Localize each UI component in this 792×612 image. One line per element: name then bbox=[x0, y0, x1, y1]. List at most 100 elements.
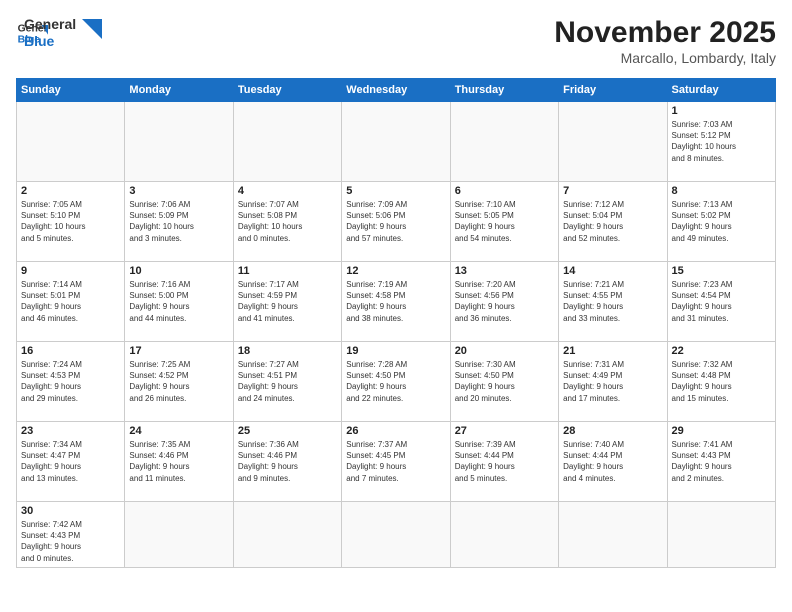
page-header: General Blue General Blue November 2025 … bbox=[16, 16, 776, 66]
day-info: Sunrise: 7:36 AM Sunset: 4:46 PM Dayligh… bbox=[238, 439, 337, 484]
day-info: Sunrise: 7:20 AM Sunset: 4:56 PM Dayligh… bbox=[455, 279, 554, 324]
title-block: November 2025 Marcallo, Lombardy, Italy bbox=[554, 16, 776, 66]
calendar-cell bbox=[450, 502, 558, 568]
day-number: 8 bbox=[672, 185, 771, 197]
logo: General Blue General Blue bbox=[16, 16, 102, 50]
day-number: 5 bbox=[346, 185, 445, 197]
day-info: Sunrise: 7:16 AM Sunset: 5:00 PM Dayligh… bbox=[129, 279, 228, 324]
calendar-cell: 19 Sunrise: 7:28 AM Sunset: 4:50 PM Dayli… bbox=[342, 342, 450, 422]
calendar-cell: 18 Sunrise: 7:27 AM Sunset: 4:51 PM Dayli… bbox=[233, 342, 341, 422]
day-info: Sunrise: 7:17 AM Sunset: 4:59 PM Dayligh… bbox=[238, 279, 337, 324]
day-number: 19 bbox=[346, 345, 445, 357]
day-info: Sunrise: 7:09 AM Sunset: 5:06 PM Dayligh… bbox=[346, 199, 445, 244]
day-number: 6 bbox=[455, 185, 554, 197]
calendar-cell bbox=[450, 102, 558, 182]
day-number: 11 bbox=[238, 265, 337, 277]
day-number: 10 bbox=[129, 265, 228, 277]
day-number: 13 bbox=[455, 265, 554, 277]
location: Marcallo, Lombardy, Italy bbox=[554, 50, 776, 66]
calendar-table: SundayMondayTuesdayWednesdayThursdayFrid… bbox=[16, 78, 776, 568]
calendar-cell bbox=[125, 102, 233, 182]
day-number: 27 bbox=[455, 425, 554, 437]
day-info: Sunrise: 7:03 AM Sunset: 5:12 PM Dayligh… bbox=[672, 119, 771, 164]
calendar-cell: 5 Sunrise: 7:09 AM Sunset: 5:06 PM Daylig… bbox=[342, 182, 450, 262]
calendar-cell: 30Sunrise: 7:42 AM Sunset: 4:43 PM Dayli… bbox=[17, 502, 125, 568]
day-number: 29 bbox=[672, 425, 771, 437]
calendar-cell: 2 Sunrise: 7:05 AM Sunset: 5:10 PM Daylig… bbox=[17, 182, 125, 262]
day-number: 16 bbox=[21, 345, 120, 357]
calendar-cell: 9Sunrise: 7:14 AM Sunset: 5:01 PM Daylig… bbox=[17, 262, 125, 342]
calendar-cell: 24Sunrise: 7:35 AM Sunset: 4:46 PM Dayli… bbox=[125, 422, 233, 502]
day-info: Sunrise: 7:42 AM Sunset: 4:43 PM Dayligh… bbox=[21, 519, 120, 564]
day-number: 3 bbox=[129, 185, 228, 197]
day-info: Sunrise: 7:41 AM Sunset: 4:43 PM Dayligh… bbox=[672, 439, 771, 484]
calendar-cell: 14Sunrise: 7:21 AM Sunset: 4:55 PM Dayli… bbox=[559, 262, 667, 342]
calendar-cell: 21 Sunrise: 7:31 AM Sunset: 4:49 PM Dayli… bbox=[559, 342, 667, 422]
day-number: 15 bbox=[672, 265, 771, 277]
logo-general-text: General bbox=[24, 16, 76, 33]
day-number: 26 bbox=[346, 425, 445, 437]
day-info: Sunrise: 7:32 AM Sunset: 4:48 PM Dayligh… bbox=[672, 359, 771, 404]
day-number: 22 bbox=[672, 345, 771, 357]
day-number: 25 bbox=[238, 425, 337, 437]
calendar-cell bbox=[667, 502, 775, 568]
calendar-cell bbox=[342, 502, 450, 568]
calendar-cell: 16 Sunrise: 7:24 AM Sunset: 4:53 PM Dayli… bbox=[17, 342, 125, 422]
weekday-header-wednesday: Wednesday bbox=[342, 79, 450, 102]
calendar-header-row: SundayMondayTuesdayWednesdayThursdayFrid… bbox=[17, 79, 776, 102]
day-number: 2 bbox=[21, 185, 120, 197]
day-info: Sunrise: 7:39 AM Sunset: 4:44 PM Dayligh… bbox=[455, 439, 554, 484]
day-number: 14 bbox=[563, 265, 662, 277]
calendar-cell: 8Sunrise: 7:13 AM Sunset: 5:02 PM Daylig… bbox=[667, 182, 775, 262]
calendar-week-row: 9Sunrise: 7:14 AM Sunset: 5:01 PM Daylig… bbox=[17, 262, 776, 342]
calendar-cell bbox=[125, 502, 233, 568]
calendar-cell: 29 Sunrise: 7:41 AM Sunset: 4:43 PM Dayli… bbox=[667, 422, 775, 502]
calendar-cell: 1Sunrise: 7:03 AM Sunset: 5:12 PM Daylig… bbox=[667, 102, 775, 182]
day-info: Sunrise: 7:23 AM Sunset: 4:54 PM Dayligh… bbox=[672, 279, 771, 324]
day-info: Sunrise: 7:07 AM Sunset: 5:08 PM Dayligh… bbox=[238, 199, 337, 244]
calendar-cell: 11 Sunrise: 7:17 AM Sunset: 4:59 PM Dayli… bbox=[233, 262, 341, 342]
month-title: November 2025 bbox=[554, 16, 776, 50]
day-number: 28 bbox=[563, 425, 662, 437]
logo-triangle bbox=[82, 19, 102, 39]
calendar-cell: 17 Sunrise: 7:25 AM Sunset: 4:52 PM Dayli… bbox=[125, 342, 233, 422]
calendar-week-row: 1Sunrise: 7:03 AM Sunset: 5:12 PM Daylig… bbox=[17, 102, 776, 182]
day-info: Sunrise: 7:35 AM Sunset: 4:46 PM Dayligh… bbox=[129, 439, 228, 484]
calendar-week-row: 30Sunrise: 7:42 AM Sunset: 4:43 PM Dayli… bbox=[17, 502, 776, 568]
day-info: Sunrise: 7:06 AM Sunset: 5:09 PM Dayligh… bbox=[129, 199, 228, 244]
day-info: Sunrise: 7:25 AM Sunset: 4:52 PM Dayligh… bbox=[129, 359, 228, 404]
calendar-cell: 12Sunrise: 7:19 AM Sunset: 4:58 PM Dayli… bbox=[342, 262, 450, 342]
day-number: 17 bbox=[129, 345, 228, 357]
day-info: Sunrise: 7:30 AM Sunset: 4:50 PM Dayligh… bbox=[455, 359, 554, 404]
day-number: 7 bbox=[563, 185, 662, 197]
calendar-cell: 25 Sunrise: 7:36 AM Sunset: 4:46 PM Dayli… bbox=[233, 422, 341, 502]
day-number: 18 bbox=[238, 345, 337, 357]
calendar-cell: 26 Sunrise: 7:37 AM Sunset: 4:45 PM Dayli… bbox=[342, 422, 450, 502]
day-info: Sunrise: 7:14 AM Sunset: 5:01 PM Dayligh… bbox=[21, 279, 120, 324]
day-info: Sunrise: 7:37 AM Sunset: 4:45 PM Dayligh… bbox=[346, 439, 445, 484]
calendar-cell: 10 Sunrise: 7:16 AM Sunset: 5:00 PM Dayli… bbox=[125, 262, 233, 342]
calendar-cell bbox=[559, 502, 667, 568]
day-info: Sunrise: 7:31 AM Sunset: 4:49 PM Dayligh… bbox=[563, 359, 662, 404]
day-number: 12 bbox=[346, 265, 445, 277]
day-info: Sunrise: 7:12 AM Sunset: 5:04 PM Dayligh… bbox=[563, 199, 662, 244]
calendar-cell: 22 Sunrise: 7:32 AM Sunset: 4:48 PM Dayli… bbox=[667, 342, 775, 422]
day-info: Sunrise: 7:27 AM Sunset: 4:51 PM Dayligh… bbox=[238, 359, 337, 404]
day-info: Sunrise: 7:28 AM Sunset: 4:50 PM Dayligh… bbox=[346, 359, 445, 404]
day-info: Sunrise: 7:24 AM Sunset: 4:53 PM Dayligh… bbox=[21, 359, 120, 404]
day-number: 4 bbox=[238, 185, 337, 197]
calendar-cell: 4 Sunrise: 7:07 AM Sunset: 5:08 PM Daylig… bbox=[233, 182, 341, 262]
calendar-cell bbox=[233, 502, 341, 568]
day-number: 23 bbox=[21, 425, 120, 437]
weekday-header-thursday: Thursday bbox=[450, 79, 558, 102]
calendar-week-row: 16 Sunrise: 7:24 AM Sunset: 4:53 PM Dayli… bbox=[17, 342, 776, 422]
weekday-header-sunday: Sunday bbox=[17, 79, 125, 102]
calendar-cell bbox=[342, 102, 450, 182]
day-number: 21 bbox=[563, 345, 662, 357]
day-info: Sunrise: 7:05 AM Sunset: 5:10 PM Dayligh… bbox=[21, 199, 120, 244]
day-number: 20 bbox=[455, 345, 554, 357]
calendar-week-row: 2 Sunrise: 7:05 AM Sunset: 5:10 PM Daylig… bbox=[17, 182, 776, 262]
day-info: Sunrise: 7:10 AM Sunset: 5:05 PM Dayligh… bbox=[455, 199, 554, 244]
calendar-cell: 28Sunrise: 7:40 AM Sunset: 4:44 PM Dayli… bbox=[559, 422, 667, 502]
calendar-cell: 23Sunrise: 7:34 AM Sunset: 4:47 PM Dayli… bbox=[17, 422, 125, 502]
